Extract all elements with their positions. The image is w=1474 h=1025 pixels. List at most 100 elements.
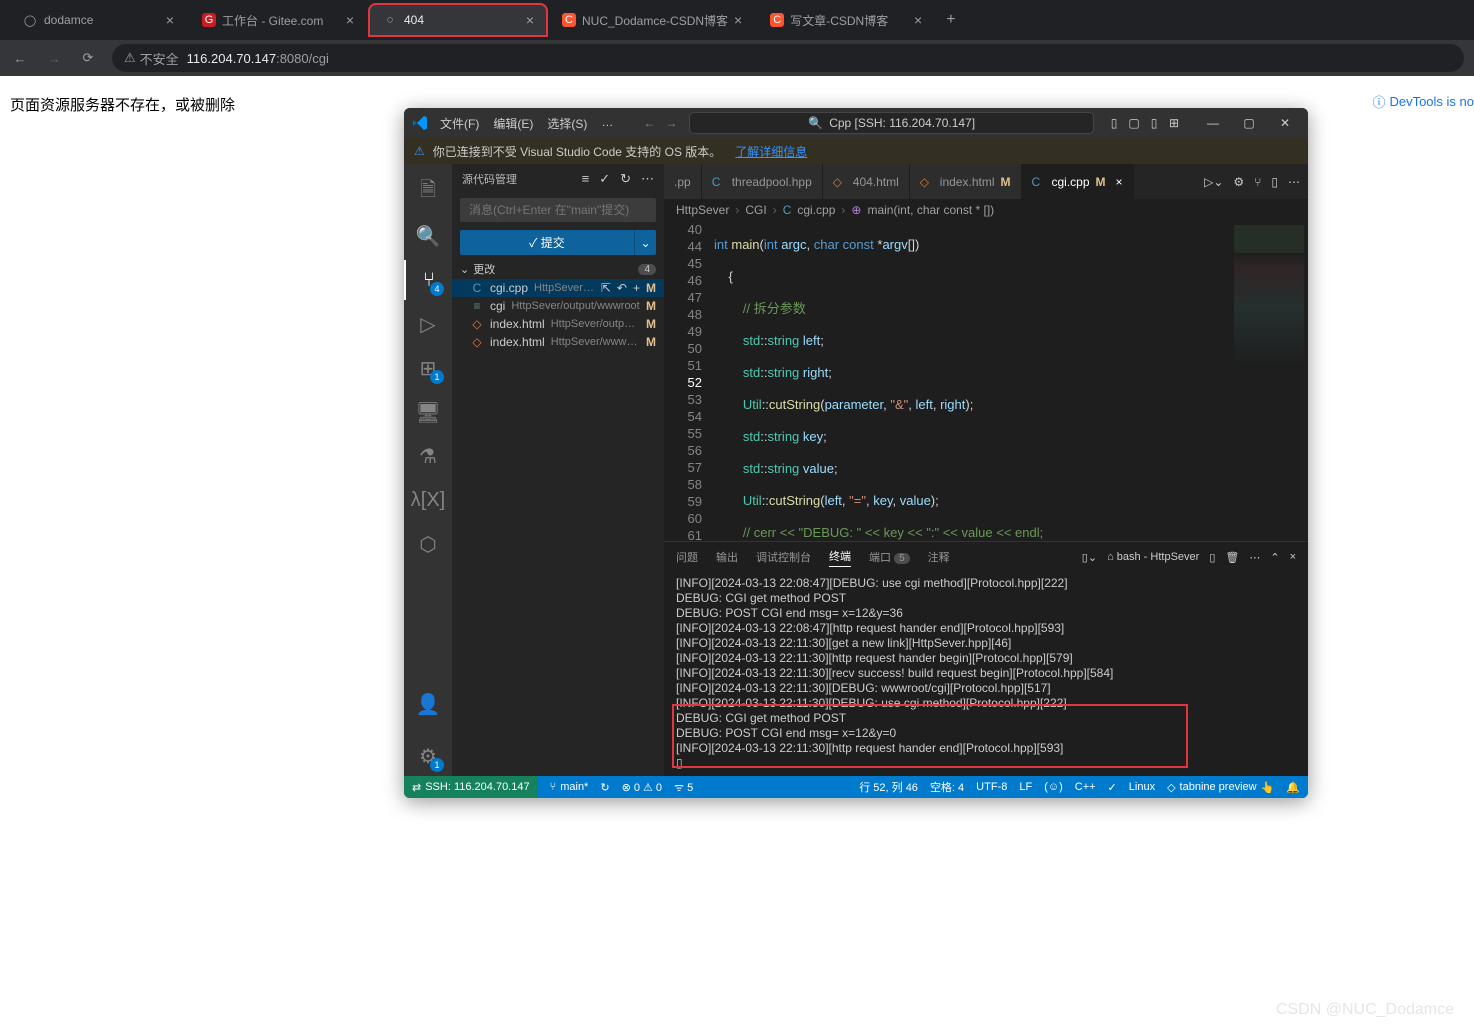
code-content[interactable]: int main(int argc, char const *argv[]) {… [714,221,1228,541]
maximize-button[interactable]: ▢ [1234,116,1264,130]
maximize-panel-icon[interactable]: ⌃ [1270,551,1279,564]
os-indicator[interactable]: Linux [1129,781,1155,793]
problems-indicator[interactable]: ⊗ 0 ⚠ 0 [622,781,662,794]
back-button[interactable]: ← [10,51,30,66]
explorer-icon[interactable]: 🗎 [404,172,452,212]
split-terminal-icon[interactable]: ▯ [1209,551,1215,564]
commit-message-input[interactable] [460,198,656,222]
editor-tab[interactable]: Cthreadpool.hpp [702,164,823,199]
terminal-profile-icon[interactable]: ▯⌄ [1082,551,1097,564]
close-icon[interactable]: × [166,12,174,28]
settings-icon[interactable]: ⚙1 [404,736,452,776]
close-icon[interactable]: × [1116,175,1123,189]
remote-indicator[interactable]: ⇄ SSH: 116.204.70.147 [404,776,538,798]
insecure-badge[interactable]: ⚠ 不安全 [124,49,179,68]
code-editor[interactable]: 40444546474849505152535455565758596061 i… [664,221,1308,541]
breadcrumb[interactable]: HttpSever› CGI› C cgi.cpp› ⊕ main(int, c… [664,199,1308,221]
commit-dropdown[interactable]: ⌄ [634,230,656,255]
menu-edit[interactable]: 编辑(E) [493,115,533,132]
crumb[interactable]: main(int, char const * []) [867,203,994,217]
terminal-shell-label[interactable]: ⌂ bash - HttpSever [1107,551,1199,563]
debug-icon[interactable]: ▷ [404,304,452,344]
close-icon[interactable]: × [526,12,534,28]
minimize-button[interactable]: — [1198,116,1228,130]
language-indicator[interactable]: C++ [1075,781,1096,793]
nav-forward-icon[interactable]: → [665,116,677,130]
minimap[interactable] [1228,221,1308,541]
discard-icon[interactable]: ↶ [617,281,627,295]
remote-explorer-icon[interactable]: 🖥 [404,392,452,432]
file-row[interactable]: ◇ index.html HttpSever/wwwroot M [452,333,664,351]
kill-terminal-icon[interactable]: 🗑 [1225,551,1239,564]
lambda-icon[interactable]: λ[X] [404,480,452,520]
scm-check-icon[interactable]: ✓ [599,171,610,187]
tab-csdn-2[interactable]: C 写文章-CSDN博客 × [756,3,936,37]
file-row[interactable]: C cgi.cpp HttpSever/CGI ⇱↶+ M [452,279,664,297]
menu-select[interactable]: 选择(S) [547,115,587,132]
testing-icon[interactable]: ⚗ [404,436,452,476]
close-icon[interactable]: × [734,12,742,28]
eol-indicator[interactable]: LF [1019,781,1032,793]
scm-more-icon[interactable]: ⋯ [641,171,654,187]
nav-back-icon[interactable]: ← [643,116,655,130]
file-row[interactable]: ◇ index.html HttpSever/output/w... M [452,315,664,333]
tab-csdn-1[interactable]: C NUC_Dodamce-CSDN博客 × [548,3,756,37]
feedback-icon[interactable]: (☺) [1044,781,1063,793]
crumb[interactable]: HttpSever [676,203,729,217]
run-icon[interactable]: ▷⌄ [1204,175,1223,189]
cursor-position[interactable]: 行 52, 列 46 [859,779,918,795]
open-file-icon[interactable]: ⇱ [601,281,611,295]
close-button[interactable]: ✕ [1270,116,1300,130]
reload-button[interactable]: ⟳ [78,50,98,66]
crumb[interactable]: cgi.cpp [797,203,835,217]
tab-gitee[interactable]: G 工作台 - Gitee.com × [188,3,368,37]
indent-indicator[interactable]: 空格: 4 [930,779,964,795]
encoding-indicator[interactable]: UTF-8 [976,781,1007,793]
layout-icon[interactable]: ▯ [1106,116,1122,130]
tab-github[interactable]: ◯ dodamce × [8,3,188,37]
tab-404[interactable]: ◌ 404 × [368,3,548,37]
hexagon-icon[interactable]: ⬡ [404,524,452,564]
more-icon[interactable]: ⋯ [1288,175,1300,189]
command-center[interactable]: 🔍 Cpp [SSH: 116.204.70.147] [689,112,1094,134]
notifications-icon[interactable]: 🔔 [1286,781,1300,794]
commit-button[interactable]: ✓ 提交 [460,230,634,255]
extensions-icon[interactable]: ⊞1 [404,348,452,388]
more-icon[interactable]: ⋯ [1249,551,1260,564]
panel-tab-ports[interactable]: 端口 5 [869,549,910,565]
sync-indicator[interactable]: ↻ [600,781,609,794]
new-tab-button[interactable]: + [936,11,965,29]
radio-indicator[interactable]: ᯤ 5 [674,780,693,795]
scm-icon[interactable]: ⑂4 [404,260,452,300]
settings-icon[interactable]: ⚙ [1233,175,1244,189]
panel-tab-output[interactable]: 输出 [716,549,738,565]
split-icon[interactable]: ▯ [1271,175,1278,189]
scm-refresh-icon[interactable]: ↻ [620,171,631,187]
panel-tab-comments[interactable]: 注释 [928,549,950,565]
panel-tab-debug[interactable]: 调试控制台 [756,549,811,565]
editor-tab-active[interactable]: Ccgi.cpp M× [1022,164,1134,199]
close-panel-icon[interactable]: × [1290,551,1296,563]
account-icon[interactable]: 👤 [404,684,452,724]
editor-tab[interactable]: ◇index.html M [910,164,1022,199]
terminal-output[interactable]: [INFO][2024-03-13 22:08:47][DEBUG: use c… [664,572,1308,776]
editor-tab[interactable]: .pp [664,164,702,199]
panel-tab-problems[interactable]: 问题 [676,549,698,565]
forward-button[interactable]: → [44,51,64,66]
url-input[interactable]: ⚠ 不安全 116.204.70.147:8080/cgi [112,44,1464,72]
branch-indicator[interactable]: ⑂ main* [550,781,589,793]
learn-more-link[interactable]: 了解详细信息 [735,143,807,160]
prettier-icon[interactable]: ✓ [1108,781,1117,794]
changes-section[interactable]: ⌄ 更改 4 [452,259,664,279]
scm-view-icon[interactable]: ≡ [582,171,590,187]
compare-icon[interactable]: ⑂ [1254,175,1261,189]
tabnine-indicator[interactable]: ◇ tabnine preview 👆 [1167,781,1274,794]
layout-icon[interactable]: ▢ [1126,116,1142,130]
file-row[interactable]: ≡ cgi HttpSever/output/wwwroot M [452,297,664,315]
panel-tab-terminal[interactable]: 终端 [829,548,851,567]
layout-icon[interactable]: ▯ [1146,116,1162,130]
close-icon[interactable]: × [914,12,922,28]
crumb[interactable]: CGI [745,203,766,217]
close-icon[interactable]: × [346,12,354,28]
layout-icon[interactable]: ⊞ [1166,116,1182,130]
